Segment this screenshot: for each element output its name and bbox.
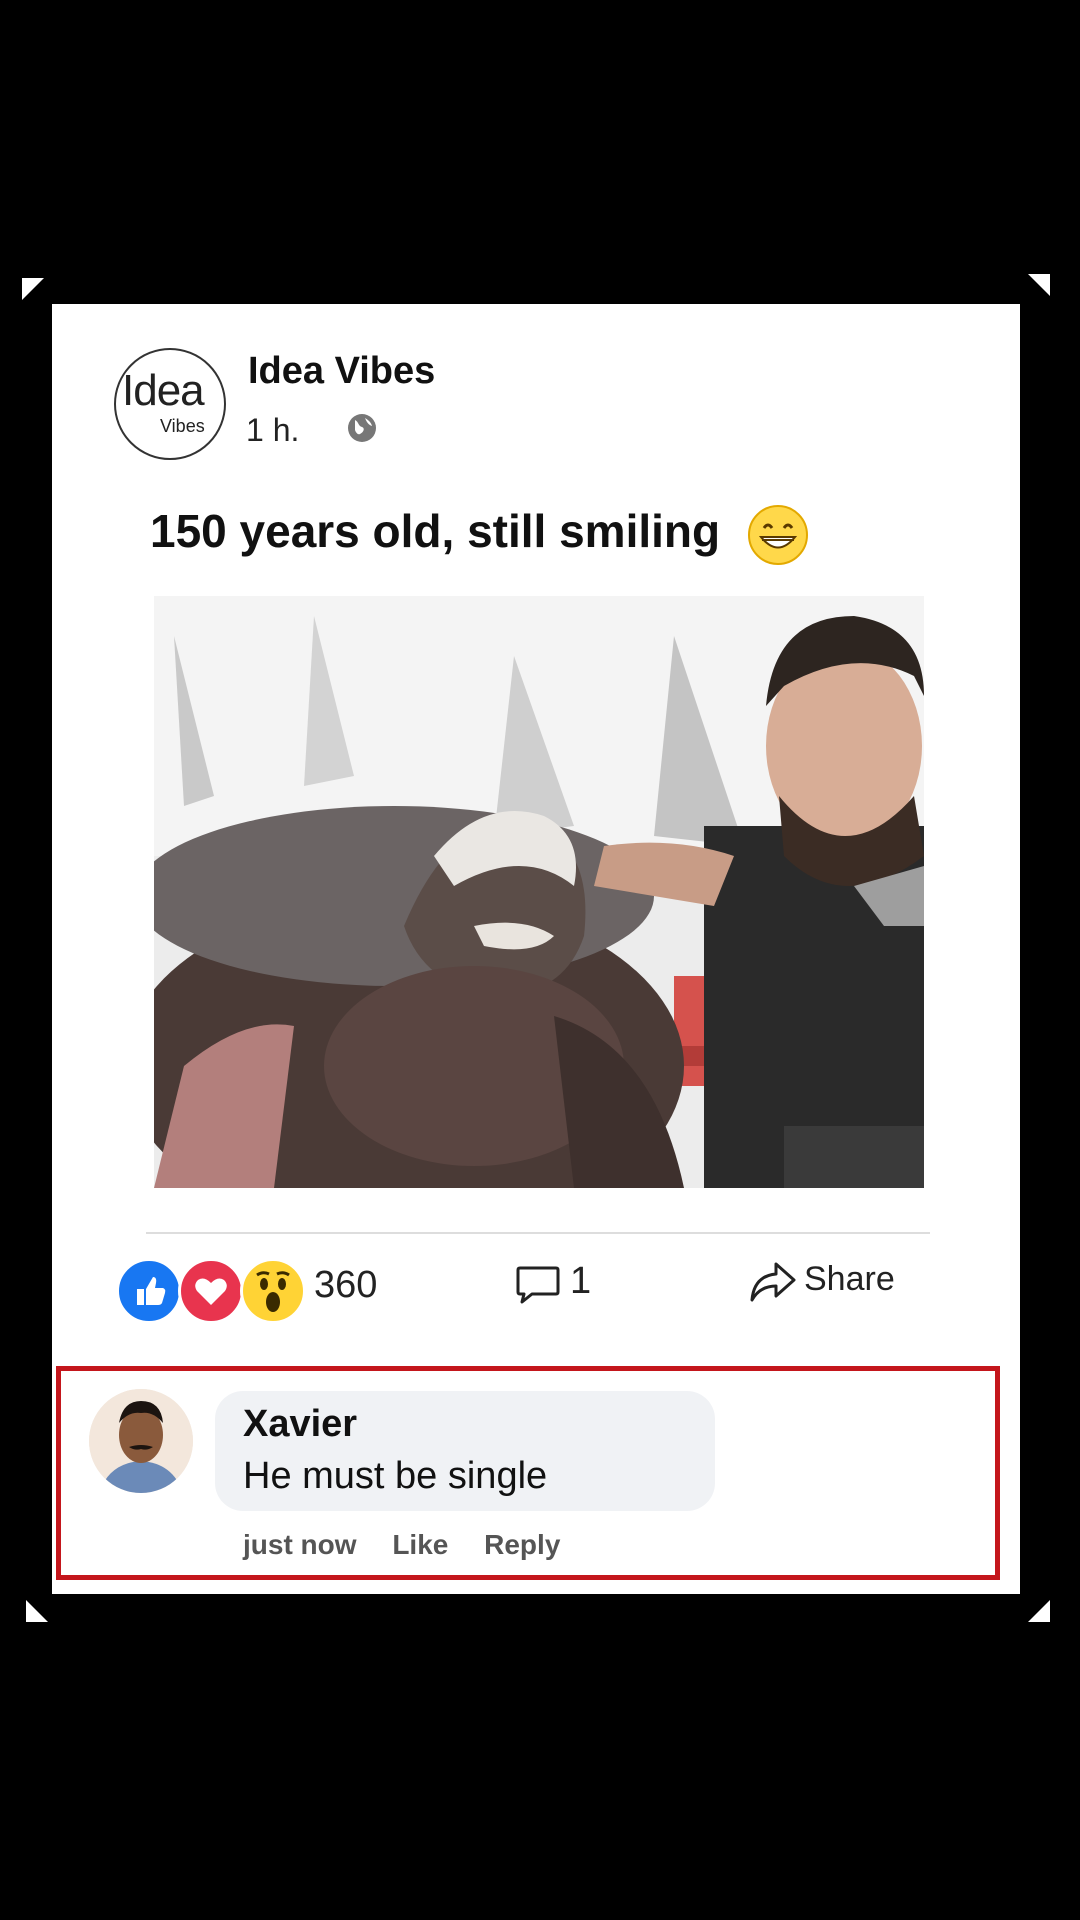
commenter-name[interactable]: Xavier <box>243 1403 357 1446</box>
post-text: 150 years old, still smiling <box>150 504 809 566</box>
comment-icon[interactable] <box>514 1260 562 1308</box>
like-reaction-icon <box>116 1258 182 1324</box>
corner-mark <box>1028 1600 1050 1622</box>
post-photo[interactable] <box>154 596 924 1188</box>
wow-reaction-icon <box>240 1258 306 1324</box>
commenter-avatar[interactable] <box>89 1389 193 1493</box>
post-time[interactable]: 1 h. <box>246 412 299 449</box>
avatar-logo-main: Idea <box>122 366 205 415</box>
tortoise-selfie-image <box>154 596 924 1188</box>
comment-actions: just now Like Reply <box>243 1529 588 1561</box>
post-caption: 150 years old, still smiling <box>150 505 721 558</box>
page-avatar[interactable]: Idea Vibes <box>114 348 226 460</box>
corner-mark <box>1028 274 1050 296</box>
share-button[interactable]: Share <box>804 1260 895 1299</box>
reaction-count[interactable]: 360 <box>314 1264 377 1307</box>
page-name[interactable]: Idea Vibes <box>248 350 435 393</box>
comment-like-button[interactable]: Like <box>392 1529 448 1560</box>
love-reaction-icon <box>178 1258 244 1324</box>
divider <box>146 1232 930 1234</box>
share-icon[interactable] <box>748 1258 798 1304</box>
comment-count[interactable]: 1 <box>570 1260 591 1303</box>
avatar-logo-sub: Vibes <box>160 416 205 436</box>
grinning-emoji-icon <box>747 505 808 565</box>
comment-time: just now <box>243 1529 357 1560</box>
comment-reply-button[interactable]: Reply <box>484 1529 560 1560</box>
comment-text: He must be single <box>243 1455 548 1497</box>
highlighted-comment: Xavier He must be single just now Like R… <box>56 1366 1000 1580</box>
globe-icon <box>348 414 376 442</box>
corner-mark <box>22 278 44 300</box>
corner-mark <box>26 1600 48 1622</box>
